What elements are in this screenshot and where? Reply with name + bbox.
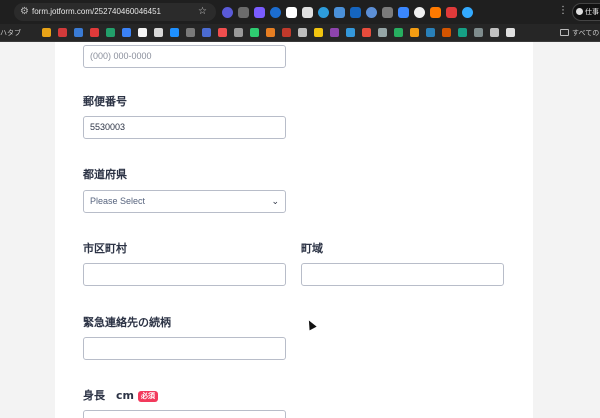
extension-icon[interactable] <box>366 6 377 18</box>
bookmark-star-icon[interactable]: ☆ <box>198 3 207 21</box>
extension-icon[interactable] <box>286 6 297 18</box>
postal-code-input[interactable]: 5530003 <box>83 116 286 139</box>
profile-label: 仕事 <box>585 8 599 16</box>
bookmark-favicon-icon[interactable] <box>186 28 195 37</box>
bookmark-favicon-icon[interactable] <box>218 28 227 37</box>
prefecture-selected: Please Select <box>90 196 146 206</box>
extension-icon[interactable] <box>254 6 265 18</box>
bookmark-favicon-icon[interactable] <box>378 28 387 37</box>
bookmark-favicon-icon[interactable] <box>250 28 259 37</box>
address-bar[interactable]: ⚙ form.jotform.com/252740460046451 ☆ <box>14 3 216 21</box>
town-input[interactable] <box>301 263 504 286</box>
bookmark-favicon-icon[interactable] <box>506 28 515 37</box>
menu-icon[interactable]: ⋮ <box>558 4 568 18</box>
bookmark-favicon-icon[interactable] <box>426 28 435 37</box>
bookmark-favicon-icon[interactable] <box>410 28 419 37</box>
profile-button[interactable]: 仕事 <box>572 3 600 21</box>
bookmark-favicon-icon[interactable] <box>154 28 163 37</box>
town-label: 町域 <box>301 242 323 255</box>
browser-toolbar: ⚙ form.jotform.com/252740460046451 ☆ ⋮ 仕… <box>0 0 600 24</box>
bookmark-favicon-icon[interactable] <box>122 28 131 37</box>
bookmark-favicon-icon[interactable] <box>282 28 291 37</box>
bookmark-favicon-icon[interactable] <box>394 28 403 37</box>
extension-icon[interactable] <box>334 6 345 18</box>
city-input[interactable] <box>83 263 286 286</box>
extension-icon[interactable] <box>318 6 329 18</box>
bookmark-favicon-icon[interactable] <box>74 28 83 37</box>
relation-input[interactable] <box>83 337 286 360</box>
extension-icon[interactable] <box>382 6 393 18</box>
extension-icon[interactable] <box>414 6 425 18</box>
height-label-text: 身長 cm <box>83 389 134 402</box>
extensions-bar <box>222 4 473 20</box>
bookmarks-bar: ハタブ すべての <box>0 24 600 42</box>
extension-icon[interactable] <box>302 6 313 18</box>
bookmark-favicon-icon[interactable] <box>442 28 451 37</box>
bookmark-favicon-icon[interactable] <box>90 28 99 37</box>
bookmark-favicon-icon[interactable] <box>362 28 371 37</box>
prefecture-label: 都道府県 <box>83 168 127 181</box>
extension-icon[interactable] <box>222 6 233 18</box>
bookmark-favicon-icon[interactable] <box>266 28 275 37</box>
all-bookmarks-button[interactable]: すべての <box>560 24 599 42</box>
bookmarks-tabs-label[interactable]: ハタブ <box>0 24 21 42</box>
bookmark-favicon-icon[interactable] <box>106 28 115 37</box>
extension-icon[interactable] <box>270 6 281 18</box>
extension-icon[interactable] <box>238 6 249 18</box>
bookmark-favicon-icon[interactable] <box>138 28 147 37</box>
prefecture-select[interactable]: Please Select ⌄ <box>83 190 286 213</box>
bookmark-favicon-icon[interactable] <box>458 28 467 37</box>
chevron-down-icon: ⌄ <box>271 196 279 206</box>
all-bookmarks-label: すべての <box>572 29 600 37</box>
folder-icon <box>560 29 569 36</box>
extension-icon[interactable] <box>398 6 409 18</box>
extension-icon[interactable] <box>446 6 457 18</box>
bookmark-favicon-icon[interactable] <box>202 28 211 37</box>
extension-icon[interactable] <box>462 6 473 18</box>
postal-code-label: 郵便番号 <box>83 95 127 108</box>
bookmark-favicon-icon[interactable] <box>346 28 355 37</box>
bookmark-favicon-icon[interactable] <box>170 28 179 37</box>
relation-label: 緊急連絡先の続柄 <box>83 316 171 329</box>
bookmark-favicon-icon[interactable] <box>234 28 243 37</box>
bookmark-favicon-icon[interactable] <box>314 28 323 37</box>
page-viewport: (000) 000-0000 郵便番号 5530003 都道府県 Please … <box>0 42 600 418</box>
height-input[interactable] <box>83 410 286 418</box>
phone-input[interactable]: (000) 000-0000 <box>83 45 286 68</box>
height-label: 身長 cm 必須 <box>83 387 158 403</box>
bookmark-favicon-icon[interactable] <box>490 28 499 37</box>
bookmark-icons <box>42 28 515 37</box>
bookmark-favicon-icon[interactable] <box>330 28 339 37</box>
required-badge: 必須 <box>137 391 158 402</box>
site-info-icon[interactable]: ⚙ <box>20 5 29 19</box>
city-label: 市区町村 <box>83 242 127 255</box>
url-text[interactable]: form.jotform.com/252740460046451 <box>32 3 161 21</box>
bookmark-favicon-icon[interactable] <box>42 28 51 37</box>
bookmark-favicon-icon[interactable] <box>298 28 307 37</box>
bookmark-favicon-icon[interactable] <box>58 28 67 37</box>
extension-icon[interactable] <box>350 6 361 18</box>
bookmark-favicon-icon[interactable] <box>474 28 483 37</box>
extension-icon[interactable] <box>430 6 441 18</box>
